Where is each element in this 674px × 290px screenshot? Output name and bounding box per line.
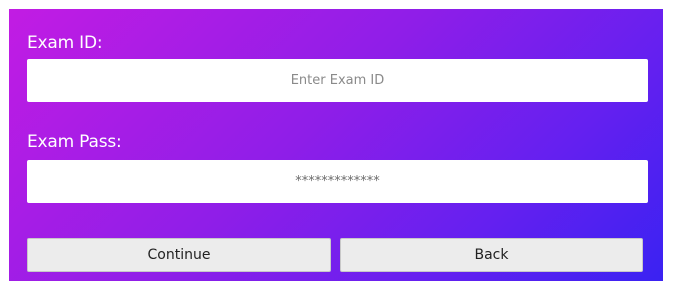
exam-pass-input[interactable] bbox=[27, 160, 648, 203]
continue-button[interactable]: Continue bbox=[27, 238, 331, 272]
exam-id-input[interactable] bbox=[27, 59, 648, 102]
back-button[interactable]: Back bbox=[340, 238, 643, 272]
exam-pass-label: Exam Pass: bbox=[27, 132, 122, 152]
exam-id-label: Exam ID: bbox=[27, 33, 103, 53]
exam-login-panel: Exam ID: Exam Pass: Continue Back bbox=[9, 9, 663, 281]
